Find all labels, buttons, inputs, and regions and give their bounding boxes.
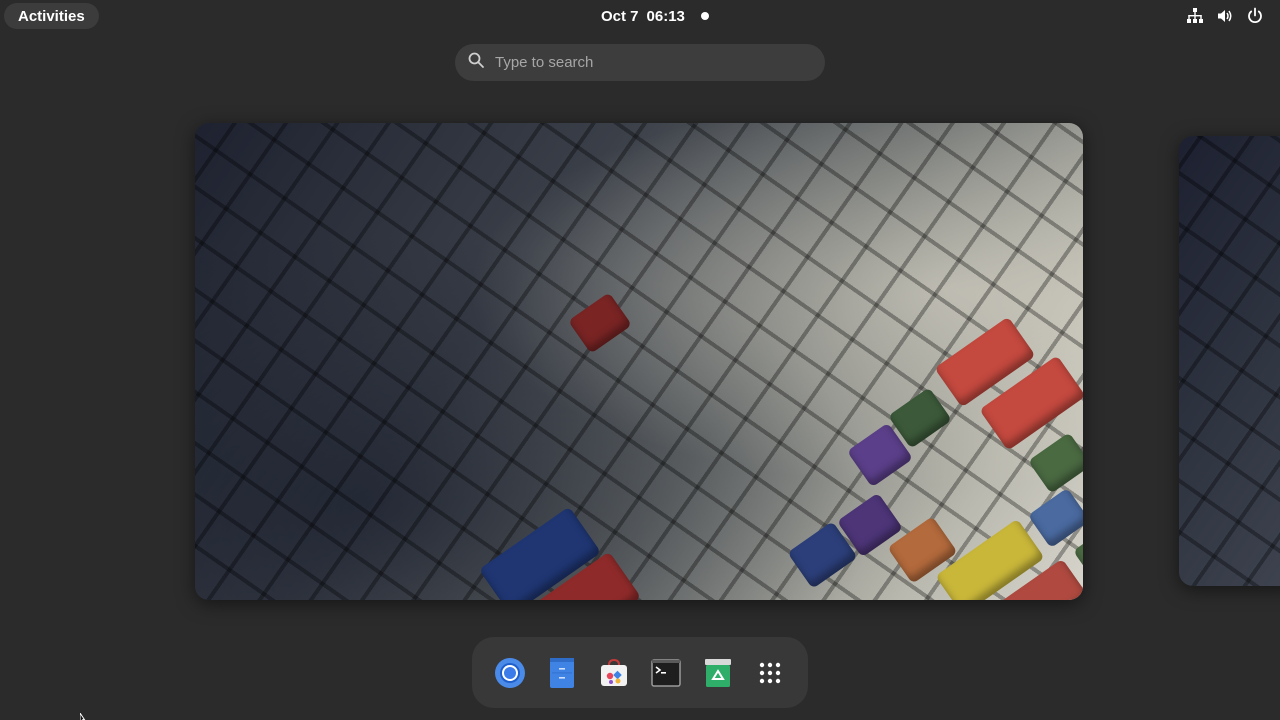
workspace-thumbnail-current[interactable] [195,123,1083,600]
trash-icon[interactable] [700,655,736,691]
time-label: 06:13 [646,7,685,25]
chromium-icon[interactable] [492,655,528,691]
dash [472,637,808,708]
search-input[interactable] [495,54,795,71]
network-icon [1186,7,1204,25]
files-icon[interactable] [544,655,580,691]
system-menu-button[interactable] [1186,6,1264,26]
show-apps-icon[interactable] [752,655,788,691]
terminal-icon[interactable] [648,655,684,691]
search-icon [467,51,485,74]
top-bar: Activities Oct 7 06:13 [0,0,1280,32]
workspace-thumbnail-next[interactable] [1179,136,1280,586]
activities-button[interactable]: Activities [4,3,99,29]
mouse-cursor-icon [79,710,90,720]
notification-dot [701,12,709,20]
power-icon [1246,7,1264,25]
volume-icon [1216,7,1234,25]
date-label: Oct 7 [601,7,639,25]
software-store-icon[interactable] [596,655,632,691]
clock-button[interactable]: Oct 7 06:13 [601,6,685,26]
search-bar[interactable] [455,44,825,81]
